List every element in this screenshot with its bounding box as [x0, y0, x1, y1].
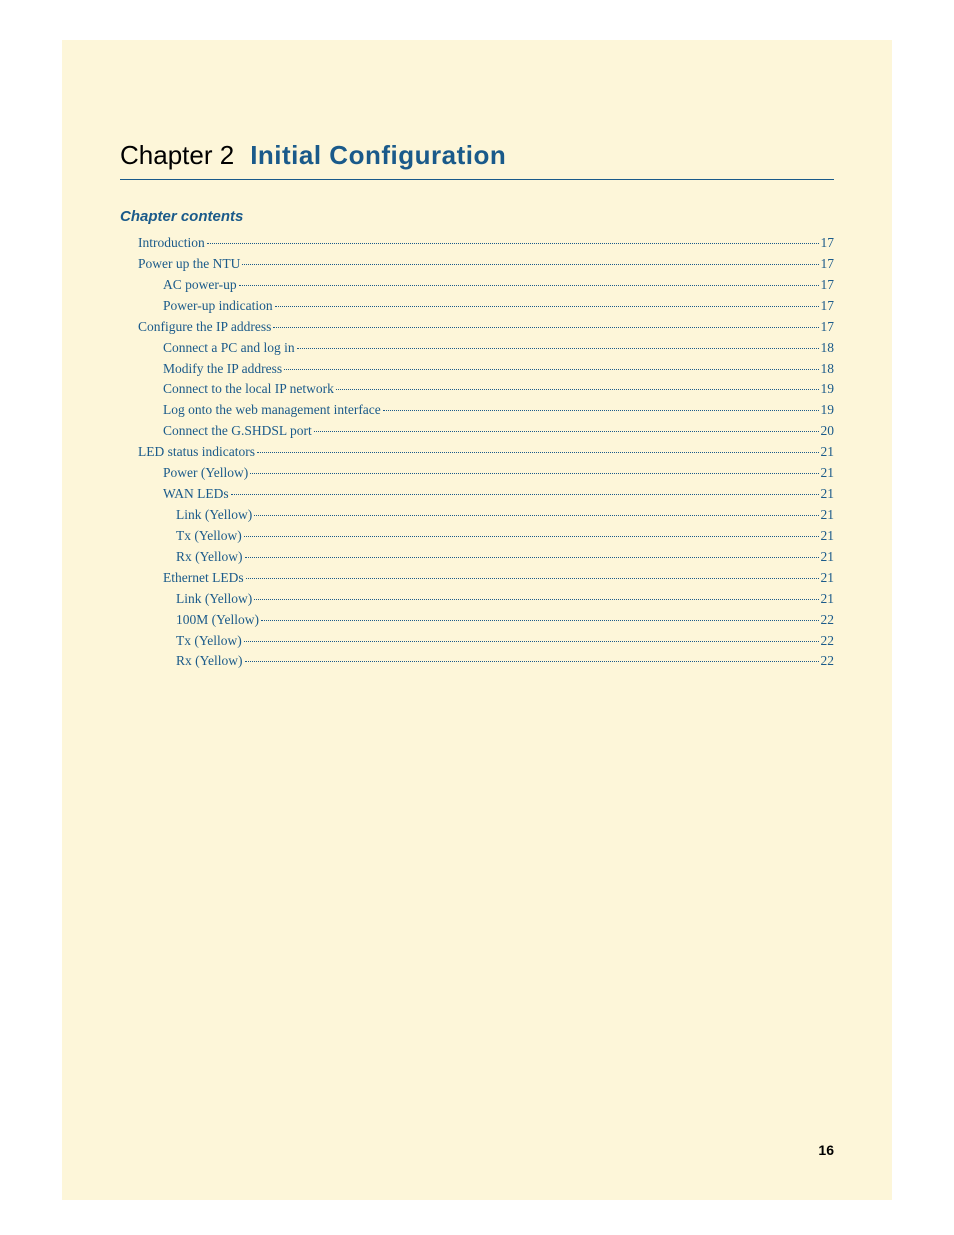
- toc-list: Introduction17Power up the NTU 17AC powe…: [138, 233, 834, 672]
- section-heading: Chapter contents: [120, 208, 834, 225]
- toc-entry-page: 17: [821, 296, 835, 317]
- toc-entry-page: 21: [821, 505, 835, 526]
- toc-entry-label: Introduction: [138, 233, 205, 254]
- toc-leader-dots: [275, 306, 819, 307]
- toc-entry-label: 100M (Yellow): [176, 610, 259, 631]
- toc-entry-page: 17: [821, 275, 835, 296]
- toc-entry[interactable]: Ethernet LEDs 21: [138, 568, 834, 589]
- toc-entry-label: Configure the IP address: [138, 317, 271, 338]
- toc-entry-label: Connect to the local IP network: [163, 379, 334, 400]
- toc-entry-page: 21: [821, 484, 835, 505]
- toc-leader-dots: [245, 557, 819, 558]
- toc-leader-dots: [231, 494, 819, 495]
- toc-entry-page: 22: [821, 610, 835, 631]
- toc-entry-label: Tx (Yellow): [176, 526, 242, 547]
- toc-entry-page: 21: [821, 589, 835, 610]
- toc-leader-dots: [246, 578, 819, 579]
- toc-entry[interactable]: Log onto the web management interface 19: [138, 400, 834, 421]
- toc-entry-page: 21: [821, 547, 835, 568]
- toc-entry[interactable]: Connect a PC and log in 18: [138, 338, 834, 359]
- toc-entry-label: Rx (Yellow): [176, 651, 243, 672]
- toc-leader-dots: [273, 327, 818, 328]
- toc-entry[interactable]: Introduction 17: [138, 233, 834, 254]
- toc-entry[interactable]: LED status indicators 21: [138, 442, 834, 463]
- toc-leader-dots: [242, 264, 818, 265]
- toc-leader-dots: [336, 389, 819, 390]
- toc-leader-dots: [261, 620, 818, 621]
- toc-entry[interactable]: Tx (Yellow) 21: [138, 526, 834, 547]
- toc-entry[interactable]: Rx (Yellow) 22: [138, 651, 834, 672]
- toc-entry[interactable]: Connect to the local IP network 19: [138, 379, 834, 400]
- toc-leader-dots: [254, 515, 818, 516]
- toc-leader-dots: [284, 369, 818, 370]
- toc-entry[interactable]: Rx (Yellow) 21: [138, 547, 834, 568]
- toc-entry[interactable]: Power-up indication 17: [138, 296, 834, 317]
- toc-entry-page: 20: [821, 421, 835, 442]
- toc-entry[interactable]: Link (Yellow) 21: [138, 589, 834, 610]
- toc-entry-label: Tx (Yellow): [176, 631, 242, 652]
- page-number: 16: [818, 1142, 834, 1158]
- toc-entry-page: 19: [821, 379, 835, 400]
- toc-entry-label: Connect a PC and log in: [163, 338, 295, 359]
- toc-entry-label: Rx (Yellow): [176, 547, 243, 568]
- toc-entry[interactable]: Configure the IP address 17: [138, 317, 834, 338]
- toc-entry-page: 21: [821, 442, 835, 463]
- toc-entry[interactable]: Link (Yellow) 21: [138, 505, 834, 526]
- toc-entry[interactable]: 100M (Yellow) 22: [138, 610, 834, 631]
- toc-entry[interactable]: Modify the IP address 18: [138, 359, 834, 380]
- chapter-number: Chapter 2: [120, 140, 234, 170]
- toc-leader-dots: [297, 348, 819, 349]
- toc-leader-dots: [244, 641, 819, 642]
- toc-entry-page: 19: [821, 400, 835, 421]
- toc-entry-page: 22: [821, 651, 835, 672]
- toc-leader-dots: [245, 661, 819, 662]
- toc-entry-label: Power (Yellow): [163, 463, 248, 484]
- toc-entry-label: LED status indicators: [138, 442, 255, 463]
- toc-leader-dots: [244, 536, 819, 537]
- toc-leader-dots: [383, 410, 819, 411]
- toc-entry[interactable]: Power (Yellow) 21: [138, 463, 834, 484]
- chapter-header: Chapter 2 Initial Configuration: [120, 140, 834, 180]
- toc-entry-page: 21: [821, 463, 835, 484]
- toc-entry-label: Log onto the web management interface: [163, 400, 381, 421]
- toc-leader-dots: [254, 599, 818, 600]
- toc-entry-label: Power up the NTU: [138, 254, 240, 275]
- document-page: Chapter 2 Initial Configuration Chapter …: [62, 40, 892, 1200]
- toc-entry-label: Power-up indication: [163, 296, 273, 317]
- toc-entry-label: WAN LEDs: [163, 484, 229, 505]
- toc-leader-dots: [207, 243, 819, 244]
- toc-entry-label: Link (Yellow): [176, 589, 252, 610]
- toc-entry-page: 21: [821, 568, 835, 589]
- toc-leader-dots: [257, 452, 819, 453]
- toc-entry[interactable]: AC power-up 17: [138, 275, 834, 296]
- toc-entry-label: Ethernet LEDs: [163, 568, 244, 589]
- toc-entry[interactable]: Tx (Yellow) 22: [138, 631, 834, 652]
- toc-entry-label: Modify the IP address: [163, 359, 282, 380]
- toc-leader-dots: [239, 285, 819, 286]
- toc-entry-page: 18: [821, 338, 835, 359]
- chapter-title: Initial Configuration: [250, 140, 506, 170]
- toc-entry-label: Link (Yellow): [176, 505, 252, 526]
- toc-entry-page: 21: [821, 526, 835, 547]
- toc-entry[interactable]: Power up the NTU 17: [138, 254, 834, 275]
- toc-leader-dots: [314, 431, 819, 432]
- toc-entry-label: Connect the G.SHDSL port: [163, 421, 312, 442]
- toc-entry[interactable]: WAN LEDs 21: [138, 484, 834, 505]
- toc-entry[interactable]: Connect the G.SHDSL port 20: [138, 421, 834, 442]
- toc-entry-page: 17: [821, 233, 835, 254]
- toc-entry-page: 17: [821, 254, 835, 275]
- toc-leader-dots: [250, 473, 818, 474]
- toc-entry-page: 17: [821, 317, 835, 338]
- toc-entry-page: 18: [821, 359, 835, 380]
- toc-entry-page: 22: [821, 631, 835, 652]
- toc-entry-label: AC power-up: [163, 275, 237, 296]
